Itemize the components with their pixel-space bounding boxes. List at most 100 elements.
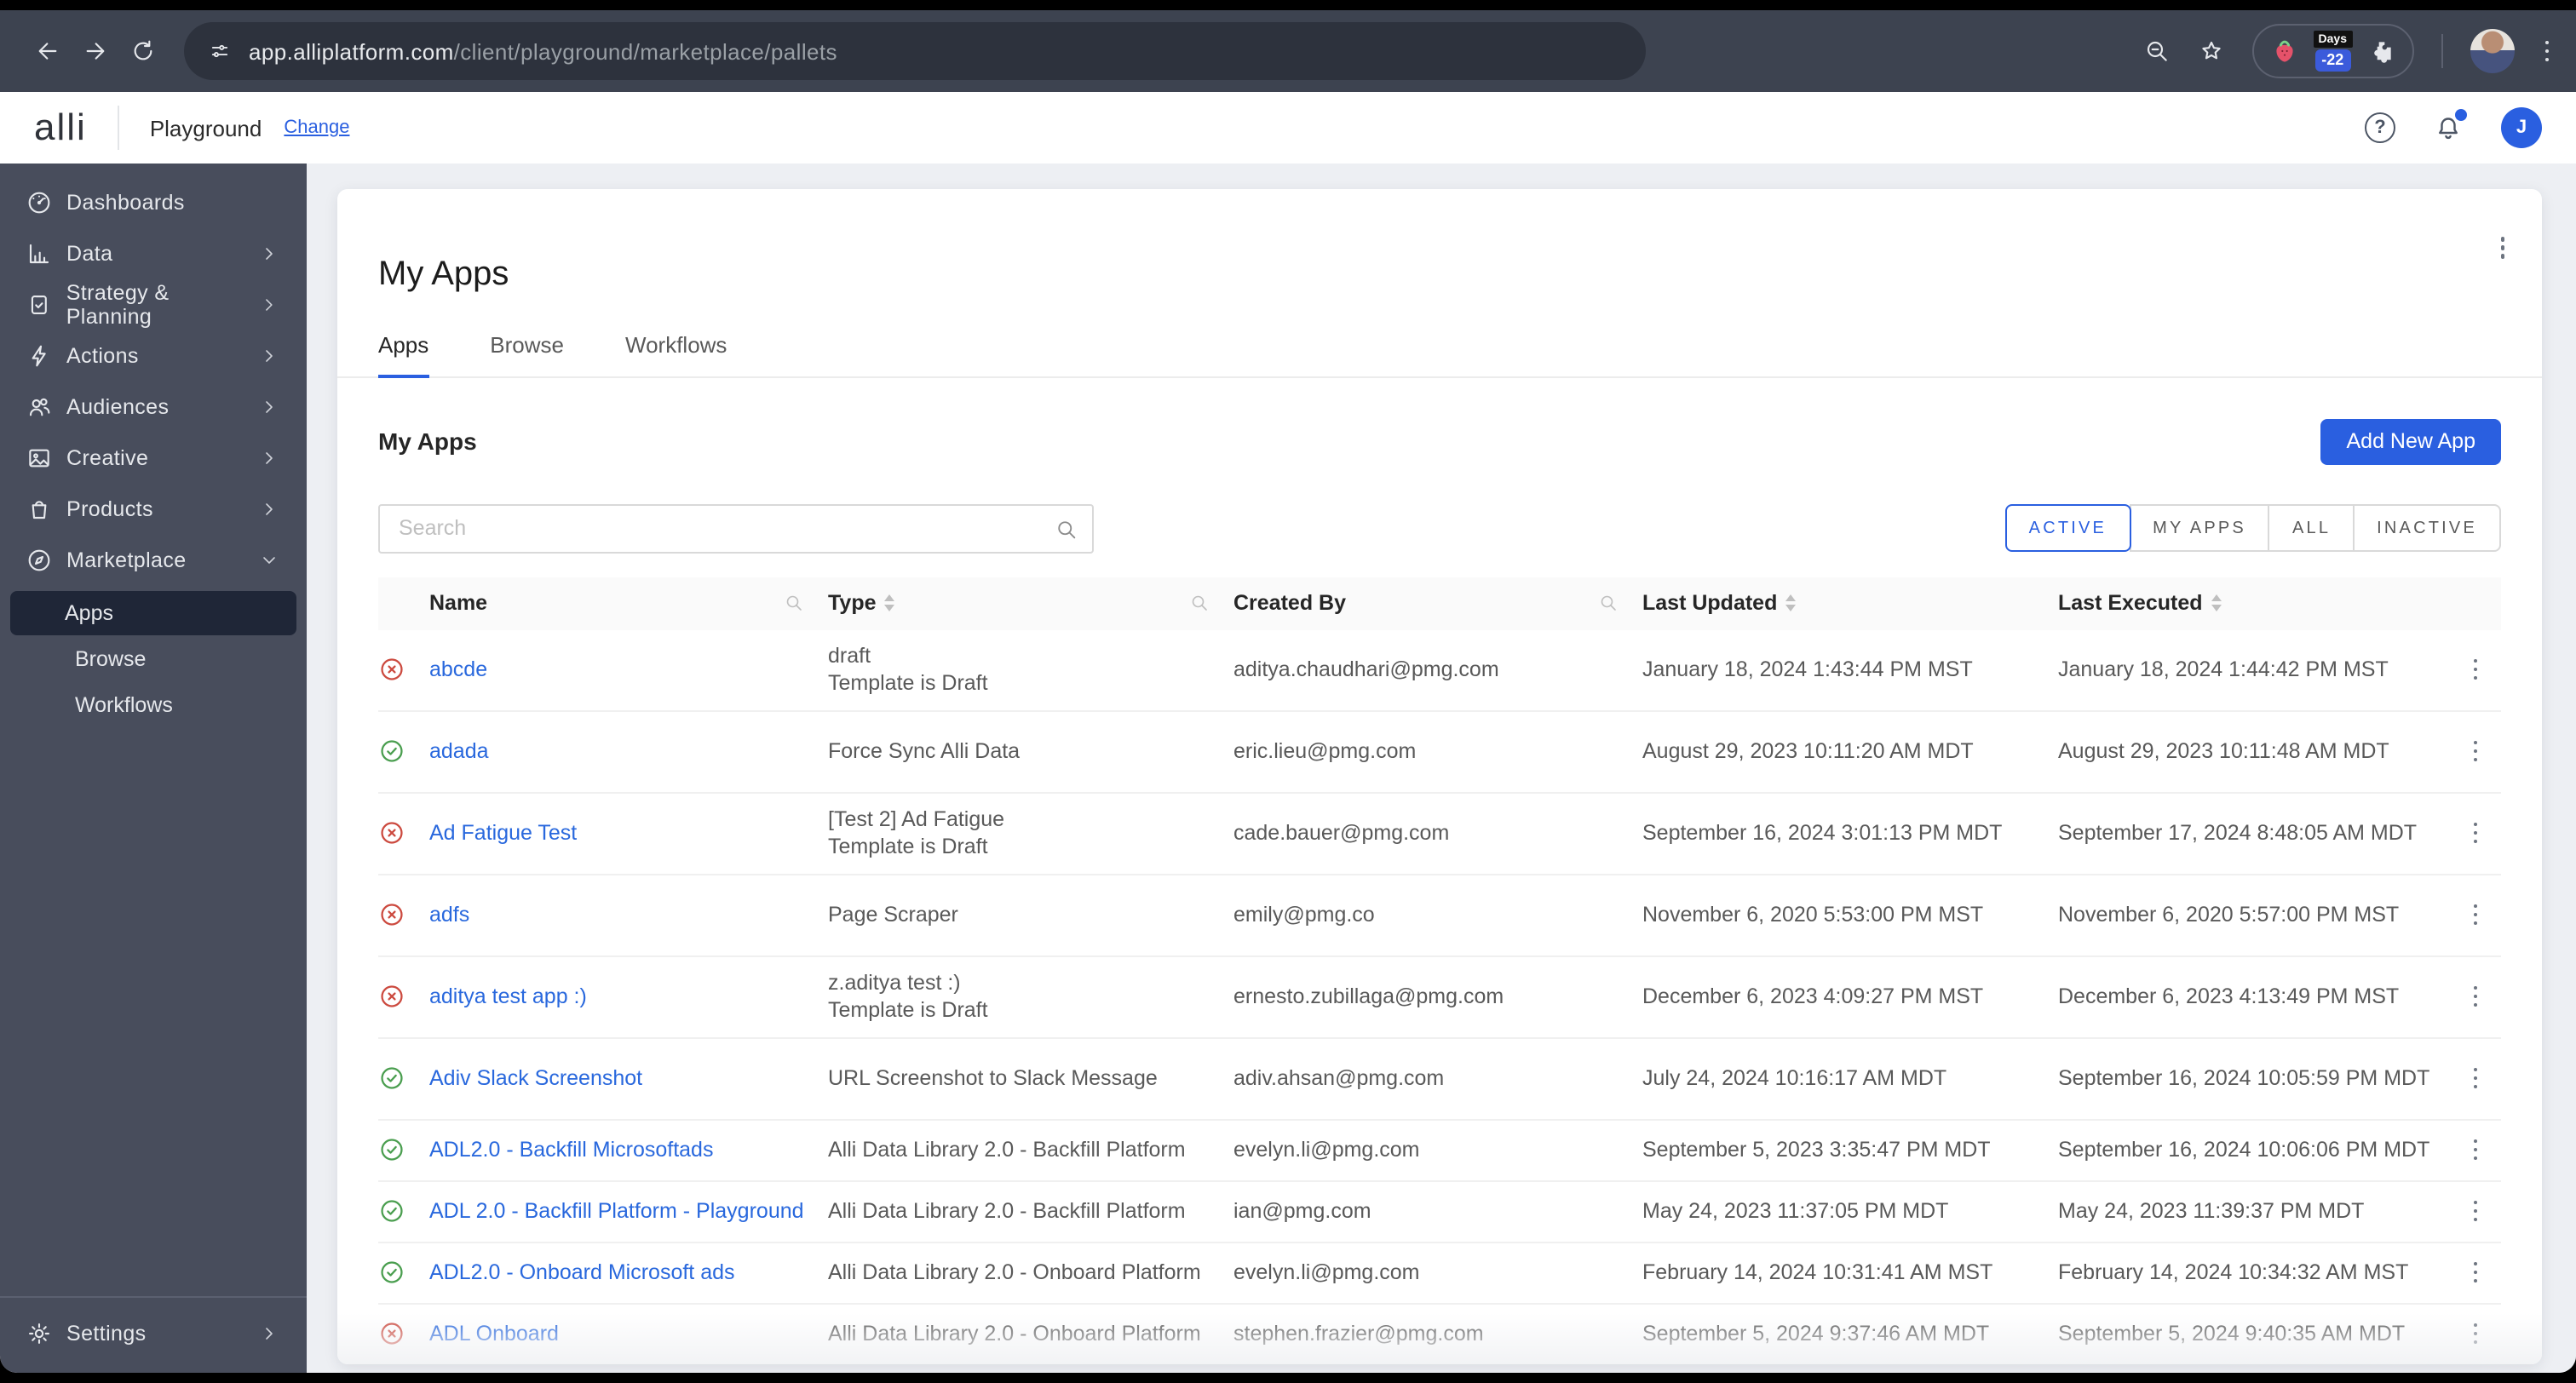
sort-icon[interactable] [2211,594,2222,611]
app-name-link[interactable]: Adiv Slack Screenshot [429,1066,642,1090]
forward-button[interactable] [72,27,119,75]
url-path: /client/playground/marketplace/pallets [453,38,837,64]
app-name-link[interactable]: ADL Onboard [429,1322,559,1346]
page-title: My Apps [378,255,509,294]
row-menu-button[interactable] [2450,737,2501,766]
sidebar-item-marketplace[interactable]: Marketplace [0,535,307,586]
chevron-right-icon [259,295,279,315]
app-created-by: emily@pmg.co [1233,903,1375,927]
sidebar-item-data[interactable]: Data [0,228,307,279]
browser-toolbar: app.alliplatform.com/client/playground/m… [0,10,2576,92]
browser-profile-avatar[interactable] [2470,29,2514,73]
app-last-executed: September 16, 2024 10:05:59 PM MDT [2058,1066,2430,1091]
help-icon[interactable]: ? [2365,112,2395,143]
chevron-right-icon [259,346,279,366]
sort-icon[interactable] [1785,594,1797,611]
row-menu-button[interactable] [2450,1065,2501,1093]
status-error-icon [378,656,405,683]
row-menu-button[interactable] [2450,819,2501,847]
add-new-app-button[interactable]: Add New App [2320,418,2501,464]
table-row: Adiv Slack Screenshot URL Screenshot to S… [378,1038,2501,1121]
column-label: Name [429,591,488,616]
filter-my-apps[interactable]: MY APPS [2129,504,2270,553]
bookmark-star-icon[interactable] [2198,37,2225,65]
app-type: Alli Data Library 2.0 - Backfill Platfor… [828,1137,1186,1162]
column-header-last-updated[interactable]: Last Updated [1642,591,2058,615]
tab-browse[interactable]: Browse [490,333,564,377]
search-input[interactable] [378,503,1094,554]
app-name-link[interactable]: aditya test app :) [429,984,587,1008]
row-menu-button[interactable] [2450,1197,2501,1225]
app-name-link[interactable]: adada [429,739,489,763]
app-created-by: evelyn.li@pmg.com [1233,1260,1420,1285]
column-header-created-by[interactable]: Created By [1233,591,1642,615]
sidebar-item-dashboards[interactable]: Dashboards [0,177,307,228]
chevron-right-icon [259,499,279,519]
column-header-type[interactable]: Type [828,591,1233,615]
filter-active[interactable]: ACTIVE [2004,504,2131,553]
column-search-icon[interactable] [1189,593,1210,613]
tab-workflows[interactable]: Workflows [625,333,727,377]
column-header-name[interactable]: Name [429,591,828,615]
days-extension-badge[interactable]: Days -22 [2313,31,2352,72]
app-name-link[interactable]: adfs [429,903,469,927]
my-apps-card: My Apps Apps Browse Workflows My Apps Add … [337,189,2542,1364]
zoom-out-icon[interactable] [2143,37,2171,65]
sidebar: Dashboards Data Strategy & Planning Actions… [0,164,307,1373]
extensions-puzzle-icon[interactable] [2367,37,2395,65]
sidebar-item-strategy-planning[interactable]: Strategy & Planning [0,279,307,330]
row-menu-button[interactable] [2450,656,2501,684]
tab-apps[interactable]: Apps [378,333,428,379]
sidebar-item-creative[interactable]: Creative [0,433,307,484]
app-created-by: eric.lieu@pmg.com [1233,739,1417,764]
sidebar-subitem-workflows[interactable]: Workflows [10,683,296,727]
search-icon [1055,517,1078,541]
header-divider [117,106,119,150]
sidebar-item-actions[interactable]: Actions [0,330,307,382]
sidebar-item-label: Marketplace [66,548,187,572]
sidebar-subitem-label: Browse [75,647,147,671]
sidebar-subitem-browse[interactable]: Browse [10,637,296,681]
back-button[interactable] [24,27,72,75]
status-active-icon [378,1197,405,1225]
app-name-link[interactable]: ADL 2.0 - Backfill Platform - Playground [429,1199,804,1223]
row-menu-button[interactable] [2450,1320,2501,1348]
filter-all[interactable]: ALL [2268,504,2355,553]
column-search-icon[interactable] [784,593,804,613]
row-menu-button[interactable] [2450,901,2501,929]
notifications-button[interactable] [2433,109,2467,143]
row-menu-button[interactable] [2450,1259,2501,1287]
reload-button[interactable] [119,27,167,75]
app-name-link[interactable]: ADL2.0 - Onboard Microsoft ads [429,1260,735,1284]
sidebar-subitem-apps[interactable]: Apps [10,591,296,635]
app-name-link[interactable]: Ad Fatigue Test [429,821,577,845]
site-settings-icon[interactable] [208,39,232,63]
filter-inactive[interactable]: INACTIVE [2353,504,2501,553]
sort-icon[interactable] [884,594,895,611]
chevron-right-icon [259,244,279,264]
column-search-icon[interactable] [1598,593,1619,613]
app-last-updated: July 24, 2024 10:16:17 AM MDT [1642,1066,1947,1091]
sidebar-item-settings[interactable]: Settings [0,1308,307,1359]
url-bar[interactable]: app.alliplatform.com/client/playground/m… [184,22,1646,80]
user-avatar[interactable]: J [2501,107,2542,148]
app-name-link[interactable]: abcde [429,657,487,681]
sidebar-item-audiences[interactable]: Audiences [0,382,307,433]
bar-chart-icon [26,240,53,267]
sidebar-item-products[interactable]: Products [0,484,307,535]
chevron-right-icon [259,1323,279,1344]
row-menu-button[interactable] [2450,983,2501,1011]
browser-menu-button[interactable] [2541,37,2552,66]
row-menu-button[interactable] [2450,1136,2501,1164]
card-menu-button[interactable] [2497,233,2508,261]
clipboard-icon [26,291,53,318]
sidebar-divider [0,1296,307,1298]
table-row: ADL 2.0 - Backfill Platform - Playground… [378,1181,2501,1243]
app-name-link[interactable]: ADL2.0 - Backfill Microsoftads [429,1138,713,1162]
search-box [378,503,1094,554]
column-header-last-executed[interactable]: Last Executed [2058,591,2450,615]
column-label: Type [828,591,877,616]
strawberry-extension-icon[interactable] [2271,37,2298,65]
change-workspace-link[interactable]: Change [284,118,349,138]
section-title: My Apps [378,428,477,455]
